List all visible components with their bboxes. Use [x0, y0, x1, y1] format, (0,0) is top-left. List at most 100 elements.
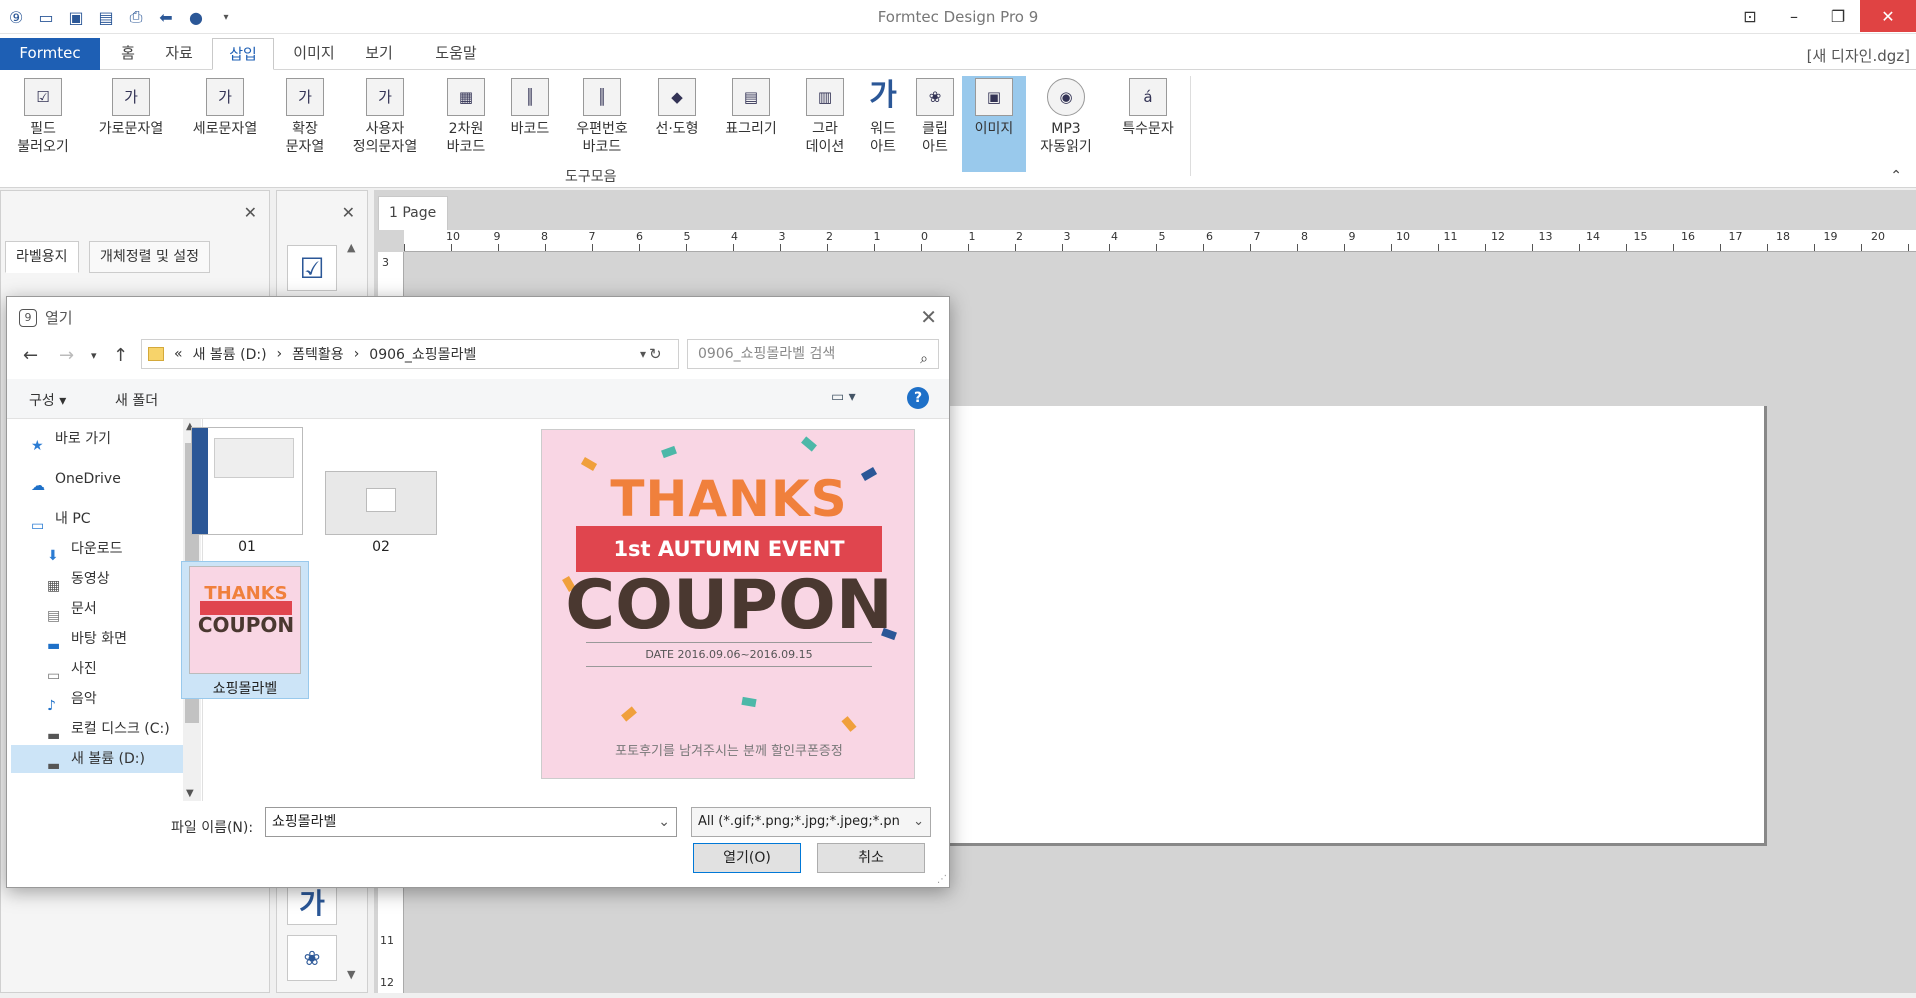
file-item[interactable]: 01: [183, 423, 311, 555]
app-logo-icon: 9: [19, 308, 37, 327]
field-tool-icon[interactable]: ☑: [287, 245, 337, 291]
tab-view[interactable]: 보기: [354, 38, 404, 70]
search-input[interactable]: 0906_쇼핑몰라벨 검색 ⌕: [687, 339, 939, 369]
table-icon: ▤: [732, 78, 770, 116]
organize-button[interactable]: 구성 ▾: [29, 390, 66, 410]
barcode-button[interactable]: ║ 바코드: [504, 76, 556, 172]
file-item[interactable]: 02: [317, 423, 445, 555]
minimize-button[interactable]: –: [1772, 0, 1816, 32]
dialog-title: 9 열기: [19, 307, 73, 328]
extended-text-button[interactable]: 가 확장 문자열: [276, 76, 334, 172]
forward-arrow-icon[interactable]: →: [59, 345, 74, 366]
ribbon-display-icon[interactable]: ⊡: [1728, 0, 1772, 32]
menu-tab-bar: Formtec 홈 자료 삽입 이미지 보기 도움말: [0, 38, 1916, 70]
clip-art-button[interactable]: ❀ 클립 아트: [912, 76, 958, 172]
ruler-number: 14: [1586, 230, 1600, 243]
search-icon[interactable]: ⌕: [920, 345, 928, 373]
gradation-button[interactable]: ▥ 그라 데이션: [798, 76, 852, 172]
vertical-text-icon: 가: [206, 78, 244, 116]
tab-data[interactable]: 자료: [156, 38, 202, 70]
collapse-ribbon-icon[interactable]: ⌃: [1890, 168, 1902, 184]
clipart-tool-icon[interactable]: ❀: [287, 935, 337, 981]
tab-label-paper[interactable]: 라벨용지: [5, 241, 79, 273]
nav-volume-d[interactable]: ▬ 새 볼륨 (D:): [11, 745, 187, 774]
filename-input[interactable]: 쇼핑몰라벨 ⌄: [265, 807, 677, 837]
2d-barcode-button[interactable]: ▦ 2차원 바코드: [436, 76, 496, 172]
filetype-select[interactable]: All (*.gif;*.png;*.jpg;*.jpeg;*.pn ⌄: [691, 807, 931, 837]
barcode-icon: ║: [511, 78, 549, 116]
ruler-number: 2: [1016, 230, 1023, 243]
page-tab[interactable]: 1 Page: [378, 196, 448, 230]
line-shape-button[interactable]: ◆ 선·도형: [648, 76, 706, 172]
tab-object-align[interactable]: 개체정렬 및 설정: [89, 241, 211, 273]
vertical-text-button[interactable]: 가 세로문자열: [180, 76, 270, 172]
breadcrumb-drive[interactable]: 새 볼륨 (D:): [193, 344, 267, 364]
nav-quick-access[interactable]: ★ 바로 가기: [31, 425, 111, 454]
ruler-number: 13: [1538, 230, 1553, 243]
scroll-down-icon[interactable]: ▼: [347, 968, 355, 981]
view-options-icon[interactable]: ▭ ▾: [831, 389, 856, 405]
nav-this-pc[interactable]: ▭ 내 PC: [31, 505, 91, 534]
ruler-number: 15: [1633, 230, 1648, 243]
horizontal-text-button[interactable]: 가 가로문자열: [88, 76, 174, 172]
clip-art-icon: ❀: [916, 78, 954, 116]
cancel-button[interactable]: 취소: [817, 843, 925, 873]
open-button[interactable]: 열기(O): [693, 843, 801, 873]
scroll-up-icon[interactable]: ▲: [347, 241, 355, 254]
nav-pictures[interactable]: ▭ 사진: [47, 655, 97, 684]
tool-panel-close-icon[interactable]: ✕: [342, 203, 355, 222]
help-icon[interactable]: ?: [907, 387, 929, 409]
nav-onedrive[interactable]: ☁ OneDrive: [31, 465, 121, 494]
tab-help[interactable]: 도움말: [424, 38, 488, 70]
nav-videos[interactable]: ▦ 동영상: [47, 565, 110, 594]
filetype-dropdown-icon[interactable]: ⌄: [913, 808, 924, 836]
breadcrumb-folder[interactable]: 폼텍활용: [292, 344, 344, 364]
address-bar[interactable]: « 새 볼륨 (D:) › 폼텍활용 › 0906_쇼핑몰라벨 ▾: [141, 339, 679, 369]
tab-formtec[interactable]: Formtec: [0, 38, 100, 70]
left-panel-close-icon[interactable]: ✕: [244, 203, 257, 222]
custom-text-icon: 가: [366, 78, 404, 116]
close-button[interactable]: ✕: [1860, 0, 1916, 32]
new-folder-button[interactable]: 새 폴더: [115, 390, 158, 410]
document-icon: ▤: [47, 608, 61, 624]
breadcrumb-current[interactable]: 0906_쇼핑몰라벨: [369, 344, 476, 364]
nav-documents[interactable]: ▤ 문서: [47, 595, 97, 624]
resize-grip-icon[interactable]: ⋰: [937, 874, 947, 885]
ruler-number: 9: [493, 230, 501, 243]
tab-insert[interactable]: 삽입: [212, 38, 274, 70]
address-dropdown-icon[interactable]: ▾: [640, 347, 646, 361]
navigation-tree: ★ 바로 가기 ☁ OneDrive ▭ 내 PC ⬇ 다운로드 ▦ 동영상 ▤ 문서 ▬ 바…: [7, 419, 203, 801]
mp3-auto-read-button[interactable]: ◉ MP3 자동읽기: [1034, 76, 1098, 172]
ruler-number: 12: [1491, 230, 1505, 243]
word-art-button[interactable]: 가 워드 아트: [860, 76, 906, 172]
filename-dropdown-icon[interactable]: ⌄: [658, 808, 670, 836]
dialog-close-icon[interactable]: ✕: [920, 305, 937, 329]
postal-barcode-button[interactable]: ║ 우편번호 바코드: [566, 76, 638, 172]
nav-downloads[interactable]: ⬇ 다운로드: [47, 535, 123, 564]
draw-table-button[interactable]: ▤ 표그리기: [716, 76, 786, 172]
scroll-down-icon[interactable]: ▼: [186, 788, 194, 799]
app-title: Formtec Design Pro 9: [877, 8, 1039, 26]
custom-text-button[interactable]: 가 사용자 정의문자열: [344, 76, 426, 172]
ruler-number: 9: [1348, 230, 1356, 243]
nav-music[interactable]: ♪ 음악: [47, 685, 97, 714]
up-arrow-icon[interactable]: ↑: [113, 345, 128, 366]
nav-local-disk-c[interactable]: ▬ 로컬 디스크 (C:): [47, 715, 170, 744]
special-char-button[interactable]: á 특수문자: [1112, 76, 1184, 172]
ruler-number: 5: [683, 230, 691, 243]
back-arrow-icon[interactable]: ←: [23, 345, 38, 366]
field-load-button[interactable]: ☑ 필드 불러오기: [8, 76, 78, 172]
refresh-icon[interactable]: ↻: [649, 345, 662, 363]
music-icon: ♪: [47, 698, 56, 714]
qr-code-icon: ▦: [447, 78, 485, 116]
tab-home[interactable]: 홈: [106, 38, 150, 70]
ruler-number: 18: [1776, 230, 1790, 243]
tab-image[interactable]: 이미지: [282, 38, 346, 70]
file-item-selected[interactable]: THANKS COUPON 쇼핑몰라벨: [181, 561, 309, 699]
restore-button[interactable]: ❐: [1816, 0, 1860, 32]
nav-desktop[interactable]: ▬ 바탕 화면: [47, 625, 127, 654]
ruler-number: 4: [731, 230, 738, 243]
label-paper[interactable]: [948, 406, 1767, 846]
image-button[interactable]: ▣ 이미지: [962, 76, 1026, 172]
recent-dropdown-icon[interactable]: ▾: [91, 349, 97, 362]
